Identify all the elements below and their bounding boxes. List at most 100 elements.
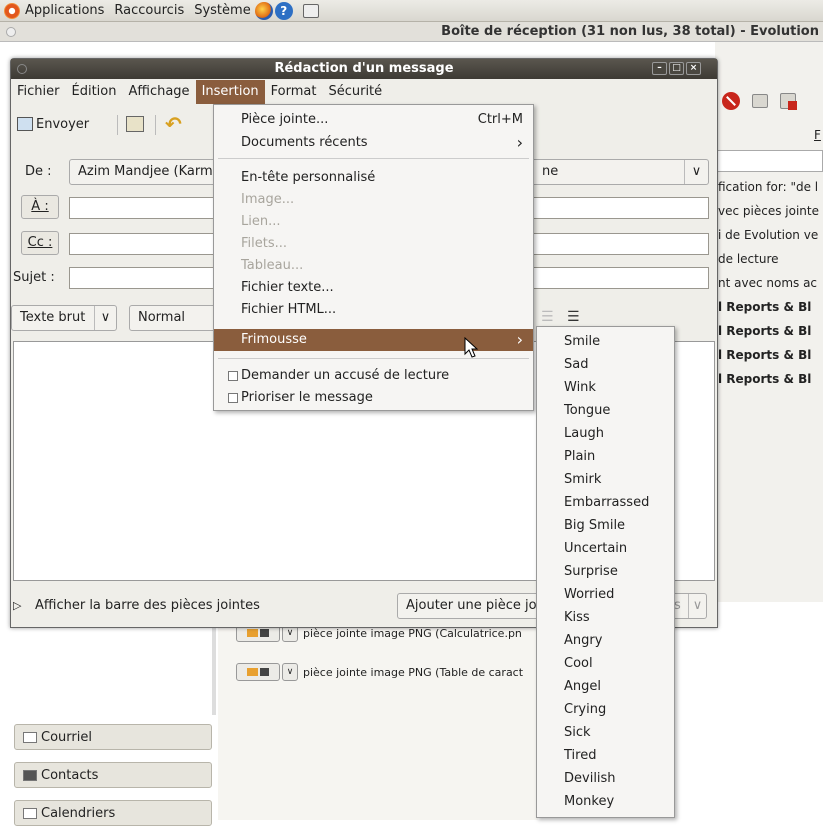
smiley-item-wink[interactable]: Wink [537,376,674,399]
smiley-item-cool[interactable]: Cool [537,652,674,675]
indent-icon[interactable]: ☰ [567,309,580,325]
message-row[interactable]: l Reports & Bl [715,344,823,366]
calendars-button[interactable]: Calendriers [14,800,212,826]
attachment-open-button[interactable] [236,663,280,681]
maximize-icon[interactable]: □ [669,62,684,75]
shortcuts-menu[interactable]: Raccourcis [114,3,184,18]
message-row[interactable]: l Reports & Bl [715,368,823,390]
smiley-item-smile[interactable]: Smile [537,330,674,353]
insert-dropdown-menu: Pièce jointe... Ctrl+M Documents récents ›… [213,104,534,411]
window-menu-icon[interactable] [17,64,27,74]
message-row[interactable]: nt avec noms ac [715,272,823,294]
chevron-down-icon[interactable]: ∨ [282,663,298,681]
bg-toolbar [722,88,822,114]
save-icon [126,116,144,132]
menu-item-read-receipt[interactable]: Demander un accusé de lecture [214,365,533,387]
smiley-item-crying[interactable]: Crying [537,698,674,721]
message-row[interactable]: vec pièces jointe [715,200,823,222]
submenu-arrow-icon: › [516,133,523,152]
menu-format[interactable]: Format [265,80,323,104]
menu-security[interactable]: Sécurité [322,80,388,104]
smiley-item-sick[interactable]: Sick [537,721,674,744]
align-right-icon[interactable]: ☰ [541,309,554,325]
help-icon[interactable]: ? [274,1,293,20]
menu-item-image: Image... [241,192,295,207]
message-row[interactable]: fication for: "de l [715,176,823,198]
smiley-item-surprise[interactable]: Surprise [537,560,674,583]
smiley-item-tired[interactable]: Tired [537,744,674,767]
send-icon [17,117,33,131]
bg-search-entry[interactable] [715,150,823,172]
menu-insert[interactable]: Insertion [195,80,265,104]
smiley-item-worried[interactable]: Worried [537,583,674,606]
message-row[interactable]: i de Evolution ve [715,224,823,246]
mouse-pointer-icon [464,337,479,358]
menu-file[interactable]: Fichier [11,80,66,104]
smiley-item-monkey[interactable]: Monkey [537,790,674,813]
submenu-arrow-icon: › [516,330,523,349]
expander-icon[interactable]: ▷ [13,599,21,612]
from-label: De : [25,164,52,179]
menu-item-html-file[interactable]: Fichier HTML... [214,299,533,321]
checkbox-icon[interactable] [228,371,238,381]
toolbar-separator [155,115,156,135]
screenshot-icon[interactable] [302,3,319,18]
cc-button[interactable]: Cc : [21,231,59,255]
message-row[interactable]: l Reports & Bl [715,320,823,342]
smiley-item-angry[interactable]: Angry [537,629,674,652]
menu-view[interactable]: Affichage [122,80,195,104]
calendar-icon [23,807,37,819]
smiley-item-plain[interactable]: Plain [537,445,674,468]
save-button[interactable] [126,111,144,137]
paragraph-style-combo[interactable]: Normal [129,305,219,331]
chevron-down-icon: ∨ [684,160,708,184]
compose-menubar: Fichier Édition Affichage Insertion Form… [11,80,717,104]
applications-menu[interactable]: Applications [4,2,104,19]
print-icon[interactable] [752,94,768,108]
smiley-item-smirk[interactable]: Smirk [537,468,674,491]
send-button[interactable]: Envoyer [17,111,89,137]
message-row[interactable]: de lecture [715,248,823,270]
menu-item-recent-documents[interactable]: Documents récents › [214,132,533,154]
minimize-icon[interactable]: – [652,62,667,75]
undo-button[interactable]: ↶ [165,111,182,137]
message-row[interactable]: l Reports & Bl [715,296,823,318]
smiley-item-big-smile[interactable]: Big Smile [537,514,674,537]
menu-separator [218,158,529,159]
delete-icon[interactable] [780,93,797,110]
toolbar-separator [117,115,118,135]
smiley-item-embarrassed[interactable]: Embarrassed [537,491,674,514]
contacts-button[interactable]: Contacts [14,762,212,788]
smiley-item-devilish[interactable]: Devilish [537,767,674,790]
evolution-window-title: Boîte de réception (31 non lus, 38 total… [0,22,823,42]
bg-tab-label[interactable]: F [814,128,821,142]
firefox-icon[interactable] [254,1,273,20]
window-menu-icon[interactable] [6,27,16,37]
format-combo[interactable]: Texte brut ∨ [11,305,117,331]
mail-button[interactable]: Courriel [14,724,212,750]
menu-separator [218,358,529,359]
smiley-item-tongue[interactable]: Tongue [537,399,674,422]
to-button[interactable]: À : [21,195,59,219]
smiley-item-angel[interactable]: Angel [537,675,674,698]
menu-item-attachment[interactable]: Pièce jointe... Ctrl+M [214,109,533,131]
close-icon[interactable]: × [686,62,701,75]
checkbox-icon[interactable] [228,393,238,403]
smiley-item-kiss[interactable]: Kiss [537,606,674,629]
attachment-row: ∨ pièce jointe image PNG (Table de caract [236,662,523,682]
ubuntu-logo-icon [4,2,20,19]
compose-title-bar: Rédaction d'un message – □ × [11,59,717,79]
stop-icon[interactable] [722,92,740,110]
undo-icon: ↶ [165,112,182,136]
menu-edit[interactable]: Édition [66,80,123,104]
menu-item-text-file[interactable]: Fichier texte... [214,277,533,299]
pane-divider[interactable] [212,620,216,715]
menu-item-smiley[interactable]: Frimousse › [214,329,533,351]
smiley-item-laugh[interactable]: Laugh [537,422,674,445]
smiley-item-sad[interactable]: Sad [537,353,674,376]
menu-item-custom-header[interactable]: En-tête personnalisé [214,167,533,189]
system-menu[interactable]: Système? [194,1,319,20]
menu-item-prioritize[interactable]: Prioriser le message [214,387,533,409]
smiley-item-uncertain[interactable]: Uncertain [537,537,674,560]
show-attachments-toggle[interactable]: Afficher la barre des pièces jointes [35,598,260,613]
